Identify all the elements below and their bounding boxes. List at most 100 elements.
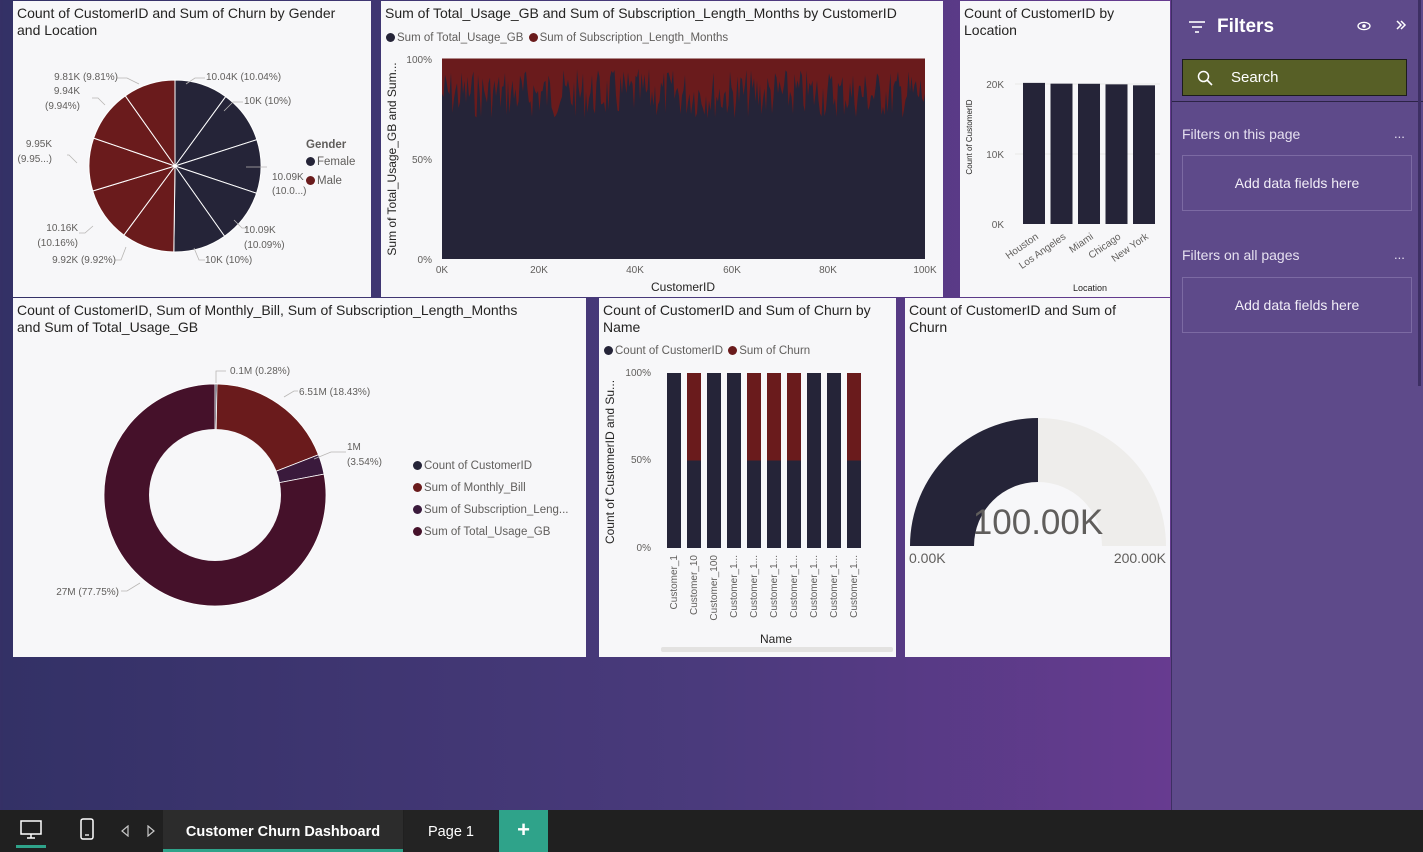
x-tick: 60K [723, 265, 741, 276]
name-bar-card[interactable]: Count of CustomerID and Sum of Churn by … [599, 298, 896, 657]
donut-label: 6.51M (18.43%) [299, 387, 370, 398]
legend-label: Male [317, 175, 342, 187]
pie-label: 9.94K [54, 86, 80, 97]
usage-swatch [413, 527, 422, 536]
legend-item-subscription[interactable]: Sum of Subscription_Leng... [413, 499, 568, 521]
more-options-button[interactable]: ... [1394, 126, 1405, 141]
donut-legend: Count of CustomerID Sum of Monthly_Bill … [413, 455, 568, 543]
name-tick-label: Customer_1... [769, 555, 780, 618]
count-bar-segment[interactable] [707, 373, 721, 548]
filters-scrollbar[interactable] [1418, 0, 1421, 386]
legend-label: Sum of Subscription_Leng... [424, 504, 569, 516]
tab-customer-churn-dashboard[interactable]: Customer Churn Dashboard [163, 810, 403, 852]
legend-label: Female [317, 156, 356, 168]
pie-label: 9.81K (9.81%) [54, 72, 118, 83]
count-bar-segment[interactable] [847, 460, 861, 549]
x-axis-label: Location [1073, 283, 1107, 293]
count-bar-segment[interactable] [747, 460, 761, 549]
pie-label: 10.09K [244, 225, 276, 236]
x-axis-label: Name [760, 632, 792, 646]
count-bar-segment[interactable] [787, 460, 801, 549]
count-bar-segment[interactable] [687, 460, 701, 549]
count-bar-segment[interactable] [807, 373, 821, 548]
pie-label: 9.92K (9.92%) [52, 255, 116, 266]
location-bar[interactable] [1050, 83, 1073, 225]
donut-label: 1M [347, 442, 361, 453]
gauge-card[interactable]: Count of CustomerID and Sum of Churn 100… [905, 298, 1170, 657]
location-bar[interactable] [1078, 83, 1100, 224]
donut-slices [103, 383, 327, 607]
eye-icon[interactable] [1357, 21, 1371, 31]
legend-label: Sum of Total_Usage_GB [424, 526, 551, 538]
search-input[interactable]: Search [1182, 59, 1407, 96]
x-ticks: HoustonLos Angeles MiamiChicagoNew York [1004, 231, 1152, 272]
name-tick-label: Customer_1... [849, 555, 860, 618]
filters-all-pages-label: Filters on all pages [1182, 247, 1300, 263]
desktop-view-button[interactable] [16, 818, 46, 852]
active-indicator [16, 845, 46, 848]
churn-bar-segment[interactable] [847, 373, 861, 461]
mobile-view-icon[interactable] [80, 818, 94, 840]
next-page-icon[interactable] [147, 825, 155, 837]
y-axis-label: Count of CustomerID and Su... [603, 380, 617, 544]
pie-slices [88, 79, 262, 253]
churn-bar-segment[interactable] [747, 373, 761, 461]
more-options-button[interactable]: ... [1394, 247, 1405, 262]
legend-item-male[interactable]: Male [306, 175, 355, 187]
divider [1172, 101, 1423, 102]
usage-area-svg: 100% 50% 0% 0K 20K 40K 60K 80K 100K Cust… [385, 55, 937, 294]
usage-area-card[interactable]: Sum of Total_Usage_GB and Sum of Subscri… [381, 1, 943, 297]
pie-label: (9.95...) [18, 154, 52, 165]
pie-label: 10.16K [46, 223, 78, 234]
x-tick: 40K [626, 265, 644, 276]
churn-bar-segment[interactable] [787, 373, 801, 461]
collapse-chevron-icon[interactable] [1395, 19, 1407, 31]
location-bars [1015, 82, 1160, 225]
filters-pane: Filters Search Filters on this page ... … [1171, 0, 1423, 810]
name-tick-label: Customer_1... [729, 555, 740, 618]
tab-page-1[interactable]: Page 1 [404, 810, 498, 852]
x-tick: 100K [913, 265, 937, 276]
filters-title: Filters [1217, 16, 1275, 37]
name-tick-label: Customer_1... [809, 555, 820, 618]
x-ticks: Customer_1 Customer_10 Customer_100 Custome… [669, 555, 860, 621]
name-tick-label: Customer_1... [789, 555, 800, 618]
gender-location-pie-card[interactable]: Count of CustomerID and Sum of Churn by … [13, 1, 371, 297]
legend-item-count[interactable]: Count of CustomerID [413, 455, 568, 477]
y-tick: 10K [986, 150, 1004, 161]
donut-hole [149, 429, 281, 561]
previous-page-icon[interactable] [121, 825, 129, 837]
y-tick: 0K [992, 220, 1005, 231]
location-bar[interactable] [1105, 84, 1128, 224]
legend-item-female[interactable]: Female [306, 156, 355, 168]
page-filters-dropzone[interactable]: Add data fields here [1182, 155, 1412, 211]
horizontal-scrollbar[interactable] [661, 647, 893, 652]
count-bar-segment[interactable] [667, 373, 681, 548]
totals-donut-card[interactable]: Count of CustomerID, Sum of Monthly_Bill… [13, 298, 586, 657]
legend-item-monthly-bill[interactable]: Sum of Monthly_Bill [413, 477, 568, 499]
count-bar-segment[interactable] [767, 460, 781, 549]
name-bars [667, 373, 861, 548]
x-tick: 20K [530, 265, 548, 276]
churn-bar-segment[interactable] [687, 373, 701, 461]
gauge-max: 200.00K [1114, 550, 1167, 566]
count-bar-segment[interactable] [727, 373, 741, 548]
donut-label: (3.54%) [347, 457, 382, 468]
y-tick: 0% [418, 255, 433, 266]
legend-item-usage[interactable]: Sum of Total_Usage_GB [413, 521, 568, 543]
count-swatch [413, 461, 422, 470]
y-axis-label: Count of CustomerID [965, 99, 974, 174]
add-page-button[interactable]: + [499, 810, 548, 852]
filters-on-page-label: Filters on this page [1182, 126, 1301, 142]
churn-bar-segment[interactable] [767, 373, 781, 461]
donut-label: 27M (77.75%) [56, 587, 119, 598]
location-bar-card[interactable]: Count of CustomerID by Location 20K 10K … [960, 1, 1170, 297]
y-ticks: 100% 50% 0% [406, 55, 432, 266]
bill-swatch [413, 483, 422, 492]
count-bar-segment[interactable] [827, 373, 841, 548]
all-pages-filters-dropzone[interactable]: Add data fields here [1182, 277, 1412, 333]
name-tick-label: Customer_1... [829, 555, 840, 618]
location-bar[interactable] [1133, 85, 1155, 224]
location-bar[interactable] [1023, 82, 1045, 224]
subscription-swatch [413, 505, 422, 514]
